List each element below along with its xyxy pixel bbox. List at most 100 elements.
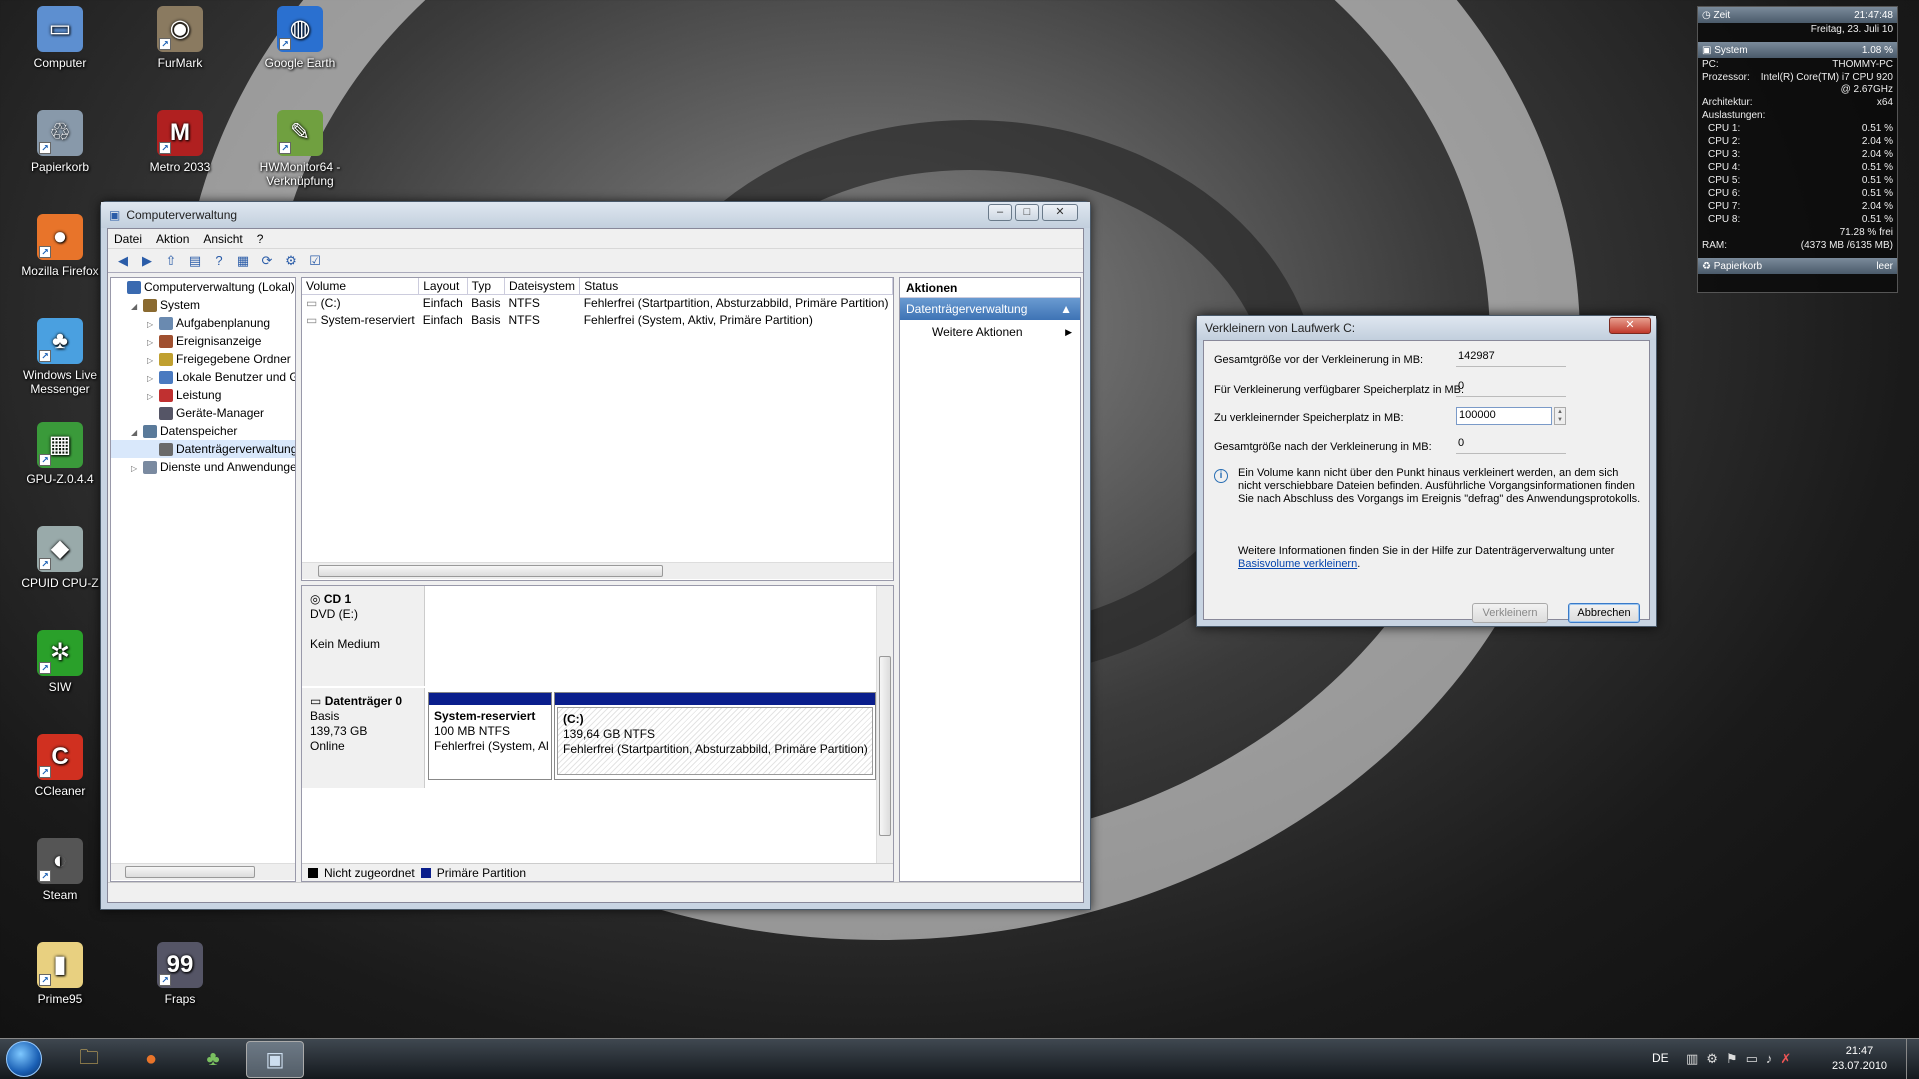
dialog-close-button[interactable]: ✕ — [1609, 317, 1651, 334]
desktop-icon[interactable]: ◐ ↗ Steam — [10, 838, 110, 902]
clock[interactable]: 21:47 23.07.2010 — [1832, 1044, 1887, 1074]
window-titlebar[interactable]: ▣ Computerverwaltung — [101, 202, 1090, 228]
back-arrow-icon[interactable]: ◀ — [114, 253, 132, 269]
desktop-icon[interactable]: ▮ ↗ Prime95 — [10, 942, 110, 1006]
table-cell: Einfach — [422, 313, 463, 327]
tray-icons: ▥⚙⚑▭♪✗ — [1686, 1051, 1799, 1067]
tree-scrollbar[interactable] — [111, 863, 295, 880]
tree-item[interactable]: ▷ Lokale Benutzer und Gr — [111, 368, 295, 386]
legend: Nicht zugeordnet Primäre Partition — [302, 863, 893, 881]
tree-item[interactable]: ▷ Leistung — [111, 386, 295, 404]
network-icon[interactable]: ▥ — [1686, 1051, 1706, 1066]
actions-pane: Aktionen Datenträgerverwaltung ▲ Weitere … — [899, 277, 1081, 882]
menu-item[interactable]: Ansicht — [203, 232, 242, 246]
desktop-icon[interactable]: ▦ ↗ GPU-Z.0.4.4 — [10, 422, 110, 486]
tree-item[interactable]: ◢ System — [111, 296, 295, 314]
console-tree-icon[interactable]: ▤ — [186, 253, 204, 269]
computer-management-window: ▣ Computerverwaltung – □ ✕ Datei Aktion An… — [100, 201, 1091, 910]
tree-item[interactable]: ▷ Ereignisanzeige — [111, 332, 295, 350]
dialog-row-value: 142987 — [1456, 349, 1566, 367]
desktop-icon[interactable]: ▭ Computer — [10, 6, 110, 70]
tree-item[interactable]: ▷ Freigegebene Ordner — [111, 350, 295, 368]
flag-icon[interactable]: ⚑ — [1726, 1051, 1746, 1066]
firefox-taskbar-icon[interactable]: ● — [122, 1041, 180, 1078]
expander-icon[interactable]: ◢ — [131, 424, 143, 442]
column-header[interactable]: Dateisystem — [504, 278, 581, 295]
volume-list-scrollbar[interactable] — [302, 562, 893, 579]
partition-c[interactable]: (C:) 139,64 GB NTFS Fehlerfrei (Startpar… — [554, 692, 876, 780]
actions-section[interactable]: Datenträgerverwaltung ▲ — [900, 298, 1080, 320]
properties-icon[interactable]: ▦ — [234, 253, 252, 269]
tree-item[interactable]: ▷ Aufgabenplanung — [111, 314, 295, 332]
minimize-button[interactable]: – — [988, 204, 1012, 221]
tree-item[interactable]: Geräte-Manager — [111, 404, 295, 422]
tree-item[interactable]: ▷ Dienste und Anwendungen — [111, 458, 295, 476]
disk-map-scrollbar[interactable] — [876, 586, 893, 863]
desktop-icon-label: Fraps — [164, 992, 196, 1006]
desktop-icon[interactable]: ♲ ↗ Papierkorb — [10, 110, 110, 174]
settings-icon[interactable]: ⚙ — [282, 253, 300, 269]
show-desktop-button[interactable] — [1906, 1039, 1919, 1079]
recycle-gadget-header: ♻ Papierkorb leer — [1698, 258, 1897, 274]
desktop-icon[interactable]: ◆ ↗ CPUID CPU-Z — [10, 526, 110, 590]
menu-item[interactable]: Datei — [114, 232, 142, 246]
desktop-icon-label: FurMark — [157, 56, 203, 70]
language-indicator[interactable]: DE — [1652, 1051, 1669, 1065]
column-header[interactable]: Typ — [467, 278, 506, 295]
time-value: 21:47:48 — [1854, 9, 1893, 21]
start-button[interactable] — [6, 1041, 42, 1077]
desktop-icon[interactable]: ● ↗ Mozilla Firefox — [10, 214, 110, 278]
tree-item[interactable]: Datenträgerverwaltung — [111, 440, 295, 458]
console-tree: Computerverwaltung (Lokal) ◢ System ▷ Aufgab… — [110, 277, 296, 882]
security-icon[interactable]: ✗ — [1780, 1051, 1799, 1066]
expander-icon[interactable]: ◢ — [131, 298, 143, 316]
help-link[interactable]: Basisvolume verkleinern — [1238, 558, 1357, 570]
check-icon[interactable]: ☑ — [306, 253, 324, 269]
computer-management-taskbar-icon[interactable]: ▣ — [246, 1041, 304, 1078]
tree-item[interactable]: ◢ Datenspeicher — [111, 422, 295, 440]
disk0-name: Datenträger 0 — [324, 694, 403, 708]
dialog-titlebar[interactable]: Verkleinern von Laufwerk C: — [1197, 316, 1656, 340]
tree-node-icon — [159, 353, 173, 367]
tree-item-label: Dienste und Anwendungen — [160, 460, 296, 474]
column-header[interactable]: Volume — [302, 278, 420, 295]
shrink-button[interactable]: Verkleinern — [1472, 603, 1548, 623]
partition-system-reserved[interactable]: System-reserviert 100 MB NTFS Fehlerfrei… — [428, 692, 552, 780]
desktop-icon[interactable]: M ↗ Metro 2033 — [130, 110, 230, 174]
arch-label: Architektur: — [1702, 97, 1753, 108]
menu-item[interactable]: Aktion — [156, 232, 189, 246]
desktop-icon[interactable]: ✎ ↗ HWMonitor64 - Verknüpfung — [250, 110, 350, 188]
desktop-icon[interactable]: 99 ↗ Fraps — [130, 942, 230, 1006]
tree-item[interactable]: Computerverwaltung (Lokal) — [111, 278, 295, 296]
menu-item[interactable]: ? — [257, 232, 264, 246]
maximize-button[interactable]: □ — [1015, 204, 1039, 221]
expander-icon[interactable]: ▷ — [131, 460, 143, 478]
help-icon[interactable]: ? — [210, 253, 228, 269]
desktop-icon[interactable]: ◍ ↗ Google Earth — [250, 6, 350, 70]
close-button[interactable]: ✕ — [1042, 204, 1078, 221]
google-earth-icon: ◍ ↗ — [277, 6, 323, 52]
desktop-icon[interactable]: C ↗ CCleaner — [10, 734, 110, 798]
cpu-core-row: CPU 4: 0.51 % — [1708, 162, 1893, 173]
table-row[interactable]: ▭ (C:) Einfach Basis NTFS Fehlerfrei (Startp… — [302, 295, 893, 312]
messenger-taskbar-icon[interactable]: ♣ — [184, 1041, 242, 1078]
desktop-icon[interactable]: ♣ ↗ Windows Live Messenger — [10, 318, 110, 396]
table-row[interactable]: ▭ System-reserviert Einfach Basis NTFS Fehle… — [302, 312, 893, 329]
desktop-icon[interactable]: ✲ ↗ SIW — [10, 630, 110, 694]
desktop-icon[interactable]: ◉ ↗ FurMark — [130, 6, 230, 70]
explorer-taskbar-icon[interactable]: 🗀 — [60, 1041, 118, 1078]
more-actions[interactable]: Weitere Aktionen ▶ — [900, 320, 1080, 344]
up-folder-icon[interactable]: ⇧ — [162, 253, 180, 269]
forward-arrow-icon[interactable]: ▶ — [138, 253, 156, 269]
tray-tool-icon[interactable]: ⚙ — [1706, 1051, 1726, 1066]
refresh-icon[interactable]: ⟳ — [258, 253, 276, 269]
column-header[interactable]: Layout — [418, 278, 468, 295]
menubar: Datei Aktion Ansicht? — [108, 229, 1083, 249]
shortcut-arrow-icon: ↗ — [39, 142, 51, 154]
shrink-amount-input[interactable]: 100000 — [1456, 407, 1552, 425]
volume-icon[interactable]: ♪ — [1766, 1051, 1781, 1066]
column-header[interactable]: Status — [579, 278, 893, 295]
cancel-button[interactable]: Abbrechen — [1568, 603, 1640, 623]
display-icon[interactable]: ▭ — [1746, 1051, 1766, 1066]
spinner-buttons[interactable]: ▲ ▼ — [1554, 407, 1566, 425]
